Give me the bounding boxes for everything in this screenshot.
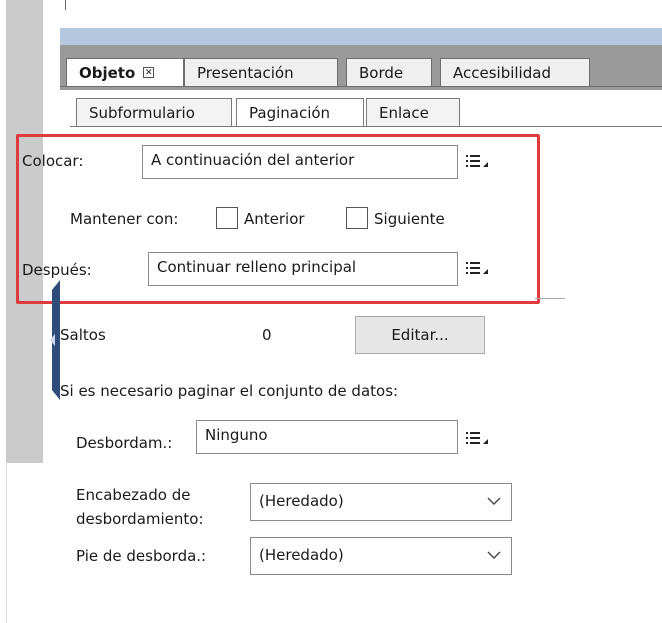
pie-select[interactable]: (Heredado) [250, 537, 512, 575]
chevron-down-icon [487, 551, 501, 559]
tab-presentacion-label: Presentación [197, 63, 294, 82]
subtab-paginacion-label: Paginación [249, 103, 331, 122]
paginate-heading: Si es necesario paginar el conjunto de d… [60, 382, 399, 400]
chevron-down-icon [487, 497, 501, 505]
saltos-count: 0 [262, 326, 272, 344]
siguiente-checkbox[interactable] [346, 207, 368, 229]
colocar-field[interactable]: A continuación del anterior [142, 145, 458, 179]
separator-line [535, 298, 565, 299]
top-divider [65, 0, 66, 10]
siguiente-label: Siguiente [374, 210, 445, 228]
tab-objeto-label: Objeto [79, 63, 136, 82]
anterior-checkbox[interactable] [216, 207, 238, 229]
tab-objeto[interactable]: Objeto ✕ [66, 58, 184, 86]
editar-button[interactable]: Editar... [355, 316, 485, 354]
desbordam-field[interactable]: Ninguno [196, 420, 458, 454]
encabezado-label-line2: desbordamiento: [76, 510, 204, 528]
encabezado-select[interactable]: (Heredado) [250, 483, 512, 521]
tab-underline [60, 86, 662, 87]
tab-accesibilidad-label: Accesibilidad [453, 63, 551, 82]
subtab-underline [70, 126, 662, 127]
mantener-label: Mantener con: [70, 210, 179, 228]
encabezado-label-line1: Encabezado de [76, 486, 191, 504]
desbordam-label: Desbordam.: [76, 434, 173, 452]
panel-header-bar [60, 28, 662, 45]
subtab-subformulario[interactable]: Subformulario [76, 98, 232, 126]
despues-label: Después: [22, 261, 92, 279]
pie-select-value: (Heredado) [259, 546, 344, 564]
tab-borde-label: Borde [359, 63, 404, 82]
collapse-handle-icon[interactable] [48, 280, 60, 400]
editar-button-label: Editar... [391, 326, 449, 344]
colocar-label: Colocar: [22, 152, 84, 170]
encabezado-select-value: (Heredado) [259, 492, 344, 510]
anterior-label: Anterior [244, 210, 305, 228]
close-icon[interactable]: ✕ [143, 67, 155, 78]
subtab-enlace[interactable]: Enlace [366, 98, 460, 126]
list-menu-icon[interactable] [466, 154, 490, 168]
pie-label: Pie de desborda.: [76, 547, 207, 565]
tab-presentacion[interactable]: Presentación [184, 58, 338, 86]
subtab-subformulario-label: Subformulario [89, 103, 195, 122]
tab-borde[interactable]: Borde [346, 58, 432, 86]
subtab-enlace-label: Enlace [379, 103, 429, 122]
list-menu-icon[interactable] [466, 431, 490, 445]
tab-accesibilidad[interactable]: Accesibilidad [440, 58, 590, 86]
despues-field[interactable]: Continuar relleno principal [148, 252, 458, 286]
list-menu-icon[interactable] [466, 261, 490, 275]
saltos-label: Saltos [60, 326, 106, 344]
subtab-paginacion[interactable]: Paginación [236, 98, 364, 126]
